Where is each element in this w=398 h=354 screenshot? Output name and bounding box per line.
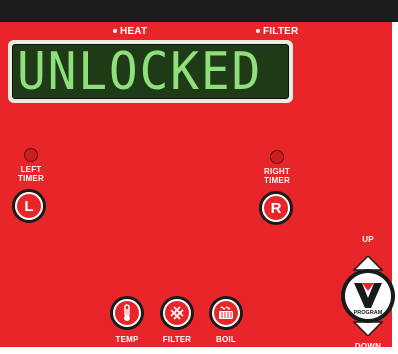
boil-label: BOIL	[216, 335, 236, 344]
right-timer-button-face: R	[262, 194, 290, 222]
program-rocker-button[interactable]: PROGRAM	[338, 256, 398, 336]
right-timer-led	[270, 150, 284, 164]
right-timer-button[interactable]: R	[259, 191, 293, 225]
temp-button-ring	[113, 299, 141, 327]
temp-button[interactable]	[110, 296, 144, 330]
lcd-display-text: UNLOCKED	[17, 44, 263, 99]
filter-indicator-dot	[256, 29, 260, 34]
program-label: PROGRAM	[354, 310, 383, 316]
heat-indicator-label: HEAT	[120, 26, 148, 37]
bottom-edge	[0, 347, 398, 354]
down-arrow-icon[interactable]	[352, 321, 384, 336]
heat-indicator: HEAT	[113, 26, 148, 37]
temp-label: TEMP	[115, 335, 139, 344]
right-timer-label-line2: TIMER	[264, 176, 290, 185]
filter-button[interactable]	[160, 296, 194, 330]
filter-mesh-icon	[170, 306, 184, 320]
boil-pot-icon	[219, 306, 233, 319]
left-timer-label-line2: TIMER	[18, 174, 44, 183]
top-bezel	[0, 0, 398, 22]
up-label: UP	[362, 235, 374, 244]
thermometer-icon	[124, 304, 130, 321]
right-timer-label-line1: RIGHT	[264, 167, 290, 176]
boil-button[interactable]	[209, 296, 243, 330]
filter-button-ring	[163, 299, 191, 327]
filter-label: FILTER	[162, 335, 192, 344]
boil-button-ring	[212, 299, 240, 327]
left-timer-led	[24, 148, 38, 162]
heat-indicator-dot	[113, 29, 117, 34]
up-arrow-icon[interactable]	[352, 256, 384, 271]
left-timer-label: LEFT TIMER	[13, 165, 49, 183]
fryer-control-panel: HEAT FILTER UNLOCKED LEFT TIMER L RIGHT …	[0, 0, 398, 354]
filter-indicator: FILTER	[256, 26, 299, 37]
lcd-display-frame: UNLOCKED	[8, 40, 293, 103]
left-timer-label-line1: LEFT	[20, 165, 42, 174]
left-timer-button-face: L	[15, 192, 43, 220]
lcd-display: UNLOCKED	[12, 44, 289, 99]
right-timer-label: RIGHT TIMER	[259, 167, 295, 185]
filter-indicator-label: FILTER	[263, 26, 299, 37]
left-timer-button[interactable]: L	[12, 189, 46, 223]
